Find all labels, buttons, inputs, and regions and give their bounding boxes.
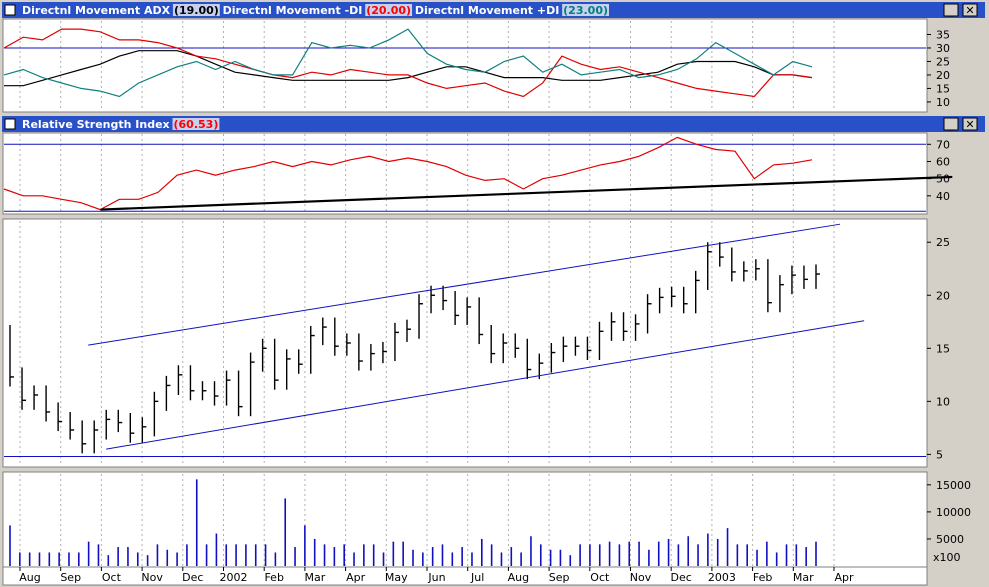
dmi-title-part-1: (19.00) bbox=[174, 4, 219, 17]
x-tick-label: Dec bbox=[671, 571, 692, 584]
x-tick-label: 2002 bbox=[220, 571, 248, 584]
y-tick-label: 15000 bbox=[936, 479, 971, 492]
x-tick-label: Nov bbox=[141, 571, 163, 584]
dmi-close-button[interactable]: ✕ bbox=[962, 3, 978, 17]
y-tick-label: 20 bbox=[936, 289, 950, 302]
dmi-panel-menu-icon[interactable] bbox=[4, 4, 16, 16]
x-tick-label: Sep bbox=[549, 571, 570, 584]
y-tick-label: 35 bbox=[936, 28, 950, 41]
chart-window: Directnl Movement ADX (19.00) Directnl M… bbox=[0, 0, 989, 587]
x-tick-label: Aug bbox=[19, 571, 40, 584]
x-tick-label: Oct bbox=[102, 571, 122, 584]
dmi-minimize-button[interactable]: _ bbox=[943, 3, 959, 17]
y-tick-label: 15 bbox=[936, 82, 950, 95]
rsi-title-part-0: Relative Strength Index bbox=[22, 118, 174, 131]
y-tick-label: 10 bbox=[936, 395, 950, 408]
y-tick-label: 25 bbox=[936, 55, 950, 68]
x-tick-label: May bbox=[385, 571, 408, 584]
y-tick-label: 70 bbox=[936, 138, 950, 151]
y-tick-label: 5000 bbox=[936, 533, 964, 546]
dmi-title-part-5: (23.00) bbox=[563, 4, 608, 17]
y-tick-label: 25 bbox=[936, 236, 950, 249]
x-tick-label: Aug bbox=[508, 571, 529, 584]
dmi-panel: Directnl Movement ADX (19.00) Directnl M… bbox=[2, 2, 985, 113]
x-tick-label: Apr bbox=[834, 571, 854, 584]
y-tick-label: 20 bbox=[936, 69, 950, 82]
close-icon: ✕ bbox=[965, 118, 974, 131]
volume-multiplier-label: x100 bbox=[933, 551, 961, 564]
x-tick-label: Mar bbox=[305, 571, 326, 584]
rsi-close-button[interactable]: ✕ bbox=[962, 117, 978, 131]
dmi-title-part-3: (20.00) bbox=[366, 4, 411, 17]
y-tick-label: 40 bbox=[936, 190, 950, 203]
price-panel: 5 10 15 20 25 bbox=[2, 218, 950, 468]
dmi-title-part-0: Directnl Movement ADX bbox=[22, 4, 174, 17]
y-tick-label: 30 bbox=[936, 42, 950, 55]
rsi-panel-menu-icon[interactable] bbox=[4, 118, 16, 130]
y-tick-label: 10000 bbox=[936, 506, 971, 519]
y-tick-label: 5 bbox=[936, 448, 943, 461]
rsi-minimize-button[interactable]: _ bbox=[943, 117, 959, 131]
minimize-icon: _ bbox=[947, 118, 954, 131]
x-tick-label: Sep bbox=[60, 571, 81, 584]
rsi-title-part-1: (60.53) bbox=[174, 118, 219, 131]
x-tick-label: Mar bbox=[793, 571, 814, 584]
volume-panel: 5000 10000 15000 x100 bbox=[2, 471, 971, 568]
x-tick-label: 2003 bbox=[708, 571, 736, 584]
y-tick-label: 10 bbox=[936, 96, 950, 109]
y-tick-label: 15 bbox=[936, 342, 950, 355]
rsi-title: Relative Strength Index (60.53) bbox=[22, 118, 218, 131]
x-tick-label: Feb bbox=[753, 571, 772, 584]
y-tick-label: 60 bbox=[936, 155, 950, 168]
x-tick-label: Jul bbox=[470, 571, 484, 584]
dmi-title-part-2: Directnl Movement -DI bbox=[219, 4, 366, 17]
x-tick-label: Feb bbox=[264, 571, 283, 584]
y-tick-label: 50 bbox=[936, 173, 950, 186]
close-icon: ✕ bbox=[965, 4, 974, 17]
x-tick-label: Apr bbox=[346, 571, 366, 584]
minimize-icon: _ bbox=[947, 4, 954, 17]
rsi-panel: Relative Strength Index (60.53) _ ✕ 40 50… bbox=[2, 116, 985, 215]
dmi-title: Directnl Movement ADX (19.00) Directnl M… bbox=[22, 4, 608, 17]
x-tick-label: Jun bbox=[427, 571, 445, 584]
x-tick-label: Dec bbox=[182, 571, 203, 584]
x-tick-label: Oct bbox=[590, 571, 610, 584]
dmi-title-part-4: Directnl Movement +DI bbox=[411, 4, 563, 17]
x-tick-label: Nov bbox=[630, 571, 652, 584]
